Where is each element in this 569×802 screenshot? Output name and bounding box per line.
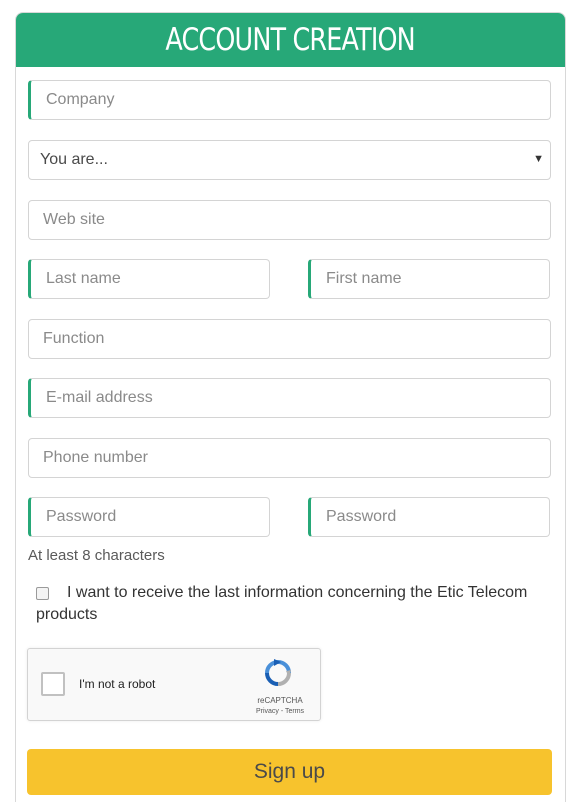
- website-placeholder: Web site: [43, 211, 105, 228]
- email-placeholder: E-mail address: [46, 389, 153, 406]
- last-name-field[interactable]: Last name: [28, 259, 270, 299]
- you-are-select[interactable]: You are... ▼: [28, 140, 551, 180]
- recaptcha-label: I'm not a robot: [79, 677, 156, 691]
- company-field[interactable]: Company: [28, 80, 551, 120]
- website-field[interactable]: Web site: [28, 200, 551, 240]
- recaptcha-checkbox[interactable]: [41, 672, 65, 696]
- account-creation-page: ACCOUNT CREATION Company You are... ▼ We…: [0, 0, 569, 802]
- newsletter-label: I want to receive the last information c…: [36, 584, 528, 623]
- password-confirm-placeholder: Password: [326, 508, 397, 525]
- last-name-placeholder: Last name: [46, 270, 121, 287]
- password-confirm-field[interactable]: Password: [308, 497, 550, 537]
- newsletter-checkbox[interactable]: [36, 587, 49, 600]
- sign-up-button[interactable]: Sign up: [27, 749, 552, 795]
- phone-field[interactable]: Phone number: [28, 438, 551, 478]
- company-placeholder: Company: [46, 91, 115, 108]
- recaptcha-privacy-terms-links[interactable]: Privacy - Terms: [252, 708, 308, 715]
- form-title: ACCOUNT CREATION: [165, 22, 416, 58]
- first-name-field[interactable]: First name: [308, 259, 550, 299]
- recaptcha-logo-icon: [265, 659, 291, 686]
- newsletter-option: I want to receive the last information c…: [36, 582, 569, 626]
- recaptcha-widget: I'm not a robot reCAPTCHA Privacy - Term…: [27, 648, 321, 721]
- form-header: ACCOUNT CREATION: [16, 13, 565, 67]
- dropdown-arrow-icon: ▼: [533, 153, 544, 165]
- phone-placeholder: Phone number: [43, 449, 148, 466]
- password-placeholder: Password: [46, 508, 117, 525]
- function-placeholder: Function: [43, 330, 105, 347]
- you-are-selected-value: You are...: [40, 151, 108, 168]
- first-name-placeholder: First name: [326, 270, 402, 287]
- function-field[interactable]: Function: [28, 319, 551, 359]
- password-field[interactable]: Password: [28, 497, 270, 537]
- email-field[interactable]: E-mail address: [28, 378, 551, 418]
- recaptcha-brand: reCAPTCHA: [257, 696, 303, 705]
- password-hint: At least 8 characters: [28, 547, 165, 564]
